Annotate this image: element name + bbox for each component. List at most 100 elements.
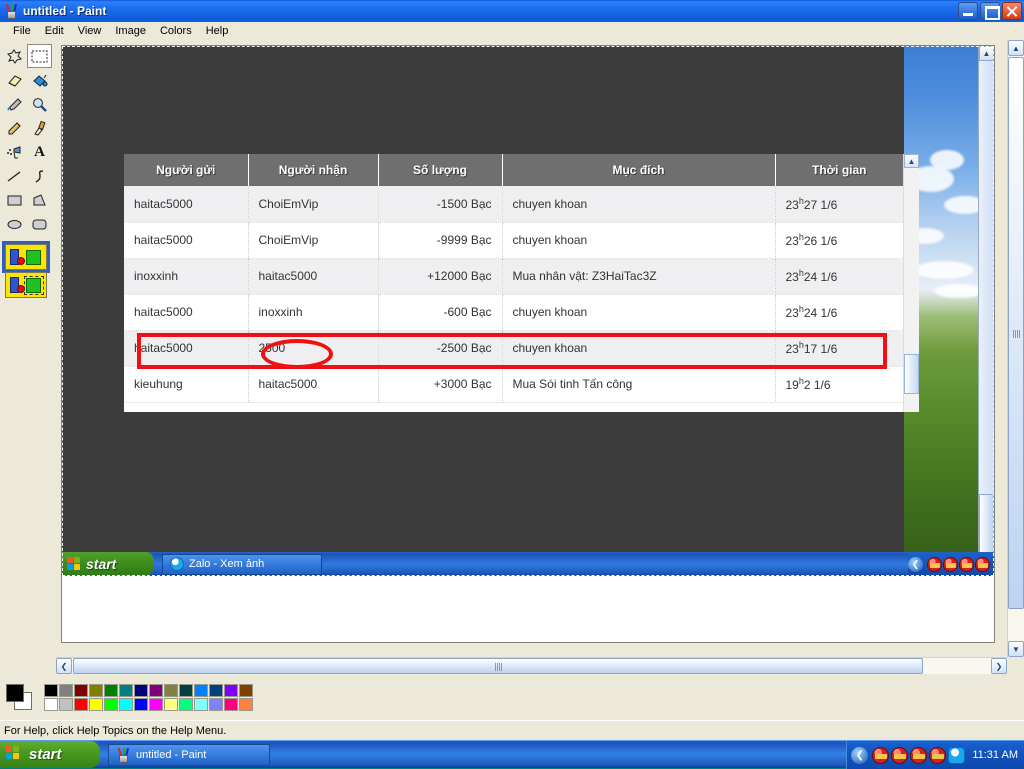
- inner-window-scrollbar[interactable]: ▲: [978, 46, 994, 554]
- palette-swatch-1-4[interactable]: [104, 684, 118, 697]
- start-button[interactable]: start: [0, 741, 100, 768]
- palette-swatch-1-2[interactable]: [74, 684, 88, 697]
- table-row[interactable]: kieuhung haitac5000 +3000 Bạc Mua Sói ti…: [124, 366, 903, 402]
- table-row-highlighted[interactable]: haitac5000 2500 -2500 Bạc chuyen khoan 2…: [124, 330, 903, 366]
- palette-swatch-1-5[interactable]: [119, 684, 133, 697]
- current-colors-indicator[interactable]: [4, 682, 36, 714]
- column-header-amount[interactable]: Số lượng: [378, 154, 502, 186]
- game-ball-icon[interactable]: [943, 557, 958, 572]
- game-ball-icon[interactable]: [891, 747, 908, 764]
- eraser-tool[interactable]: [2, 68, 27, 92]
- column-header-receiver[interactable]: Người nhận: [248, 154, 378, 186]
- inner-taskbar-item-zalo[interactable]: Zalo - Xem ảnh: [162, 554, 322, 575]
- menu-item-view[interactable]: View: [71, 24, 109, 38]
- table-scrollbar[interactable]: ▲: [903, 154, 919, 412]
- canvas-horizontal-scrollbar[interactable]: ❮ ❯: [56, 657, 1007, 674]
- palette-swatch-2-12[interactable]: [224, 698, 238, 711]
- canvas-vertical-scrollbar[interactable]: ▲ ▼: [1007, 40, 1024, 657]
- rounded-rectangle-tool[interactable]: [27, 212, 52, 236]
- menu-item-edit[interactable]: Edit: [38, 24, 71, 38]
- palette-swatch-2-9[interactable]: [179, 698, 193, 711]
- palette-swatch-2-8[interactable]: [164, 698, 178, 711]
- palette-swatch-2-10[interactable]: [194, 698, 208, 711]
- menu-item-file[interactable]: File: [6, 24, 38, 38]
- scroll-down-arrow-icon[interactable]: ▼: [1008, 641, 1024, 657]
- vertical-scrollbar-thumb[interactable]: [1008, 57, 1024, 609]
- game-ball-icon[interactable]: [929, 747, 946, 764]
- close-button[interactable]: [1002, 2, 1022, 20]
- game-ball-icon[interactable]: [927, 557, 942, 572]
- scroll-up-arrow-icon[interactable]: ▲: [904, 154, 919, 168]
- palette-swatch-1-10[interactable]: [194, 684, 208, 697]
- palette-swatch-1-7[interactable]: [149, 684, 163, 697]
- scroll-left-arrow-icon[interactable]: ❮: [56, 658, 72, 674]
- foreground-color-swatch[interactable]: [6, 684, 24, 702]
- palette-swatch-1-3[interactable]: [89, 684, 103, 697]
- maximize-restore-button[interactable]: [980, 2, 1000, 20]
- palette-swatch-2-13[interactable]: [239, 698, 253, 711]
- palette-swatch-2-5[interactable]: [119, 698, 133, 711]
- column-header-time[interactable]: Thời gian: [775, 154, 903, 186]
- zalo-icon[interactable]: [948, 747, 965, 764]
- palette-swatch-1-13[interactable]: [239, 684, 253, 697]
- minimize-button[interactable]: [958, 2, 978, 20]
- table-row[interactable]: inoxxinh haitac5000 +12000 Bạc Mua nhân …: [124, 258, 903, 294]
- pasted-screenshot[interactable]: ▲ Người gửi Người nhận: [62, 46, 994, 576]
- game-ball-icon[interactable]: [872, 747, 889, 764]
- paint-canvas[interactable]: ▲ Người gửi Người nhận: [61, 45, 995, 643]
- opaque-selection-option[interactable]: [5, 244, 47, 270]
- ellipse-tool[interactable]: [2, 212, 27, 236]
- palette-swatch-1-8[interactable]: [164, 684, 178, 697]
- menu-item-help[interactable]: Help: [199, 24, 236, 38]
- taskbar-item-paint[interactable]: untitled - Paint: [108, 744, 270, 766]
- window-titlebar[interactable]: untitled - Paint: [0, 0, 1024, 22]
- fill-with-color-tool[interactable]: [27, 68, 52, 92]
- tray-expand-chevron-icon[interactable]: ❮: [908, 557, 923, 572]
- scrollbar-thumb[interactable]: [904, 354, 919, 394]
- column-header-purpose[interactable]: Mục đích: [502, 154, 775, 186]
- rectangular-select-tool[interactable]: [27, 44, 52, 68]
- pencil-tool[interactable]: [2, 116, 27, 140]
- clock[interactable]: 11:31 AM: [972, 749, 1018, 761]
- palette-swatch-2-1[interactable]: [59, 698, 73, 711]
- scroll-up-arrow-icon[interactable]: ▲: [979, 46, 994, 61]
- column-header-sender[interactable]: Người gửi: [124, 154, 248, 186]
- menu-item-colors[interactable]: Colors: [153, 24, 199, 38]
- scrollbar-thumb[interactable]: [979, 494, 994, 554]
- palette-swatch-1-9[interactable]: [179, 684, 193, 697]
- table-row[interactable]: haitac5000 ChoiEmVip -9999 Bạc chuyen kh…: [124, 222, 903, 258]
- palette-swatch-2-11[interactable]: [209, 698, 223, 711]
- tray-expand-chevron-icon[interactable]: ❮: [851, 747, 868, 764]
- palette-swatch-1-11[interactable]: [209, 684, 223, 697]
- text-tool[interactable]: A: [27, 140, 52, 164]
- game-ball-icon[interactable]: [975, 557, 990, 572]
- pick-color-tool[interactable]: [2, 92, 27, 116]
- palette-swatch-2-4[interactable]: [104, 698, 118, 711]
- curve-tool[interactable]: [27, 164, 52, 188]
- palette-swatch-2-3[interactable]: [89, 698, 103, 711]
- palette-swatch-1-6[interactable]: [134, 684, 148, 697]
- menu-item-image[interactable]: Image: [108, 24, 153, 38]
- palette-swatch-2-0[interactable]: [44, 698, 58, 711]
- palette-swatch-1-1[interactable]: [59, 684, 73, 697]
- scroll-up-arrow-icon[interactable]: ▲: [1008, 40, 1024, 56]
- line-tool[interactable]: [2, 164, 27, 188]
- palette-swatch-1-12[interactable]: [224, 684, 238, 697]
- table-row[interactable]: haitac5000 ChoiEmVip -1500 Bạc chuyen kh…: [124, 186, 903, 222]
- palette-swatch-2-6[interactable]: [134, 698, 148, 711]
- palette-swatch-1-0[interactable]: [44, 684, 58, 697]
- rectangle-tool[interactable]: [2, 188, 27, 212]
- horizontal-scrollbar-thumb[interactable]: [73, 658, 923, 674]
- table-row[interactable]: haitac5000 inoxxinh -600 Bạc chuyen khoa…: [124, 294, 903, 330]
- palette-swatch-2-7[interactable]: [149, 698, 163, 711]
- airbrush-tool[interactable]: [2, 140, 27, 164]
- scroll-right-arrow-icon[interactable]: ❯: [991, 658, 1007, 674]
- brush-tool[interactable]: [27, 116, 52, 140]
- palette-swatch-2-2[interactable]: [74, 698, 88, 711]
- polygon-tool[interactable]: [27, 188, 52, 212]
- transparent-selection-option[interactable]: [5, 272, 47, 298]
- free-form-select-tool[interactable]: [2, 44, 27, 68]
- magnifier-tool[interactable]: [27, 92, 52, 116]
- game-ball-icon[interactable]: [910, 747, 927, 764]
- inner-start-button[interactable]: start: [62, 552, 154, 576]
